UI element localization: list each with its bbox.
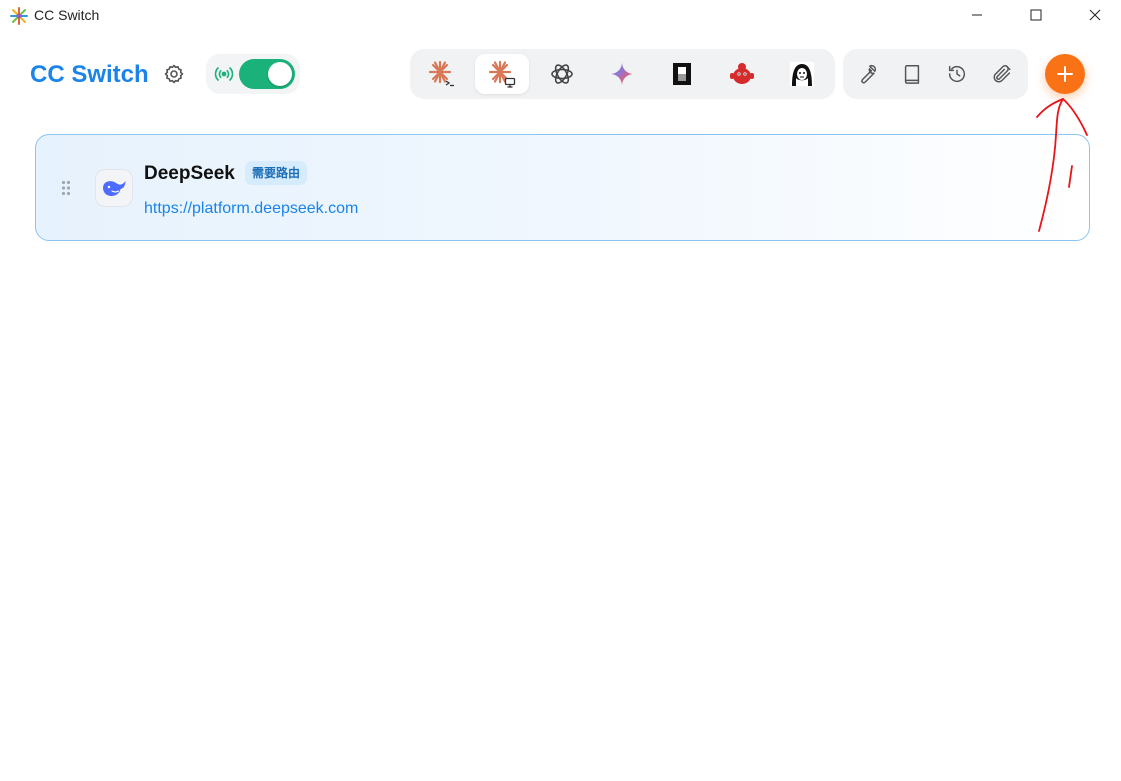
red-mascot-icon — [730, 63, 754, 84]
toggle-knob — [268, 62, 292, 86]
window-title: CC Switch — [34, 7, 100, 23]
minimize-button[interactable] — [954, 0, 1000, 30]
app-tab-openai[interactable] — [535, 54, 589, 94]
app-logo-icon — [10, 7, 28, 25]
maximize-button[interactable] — [1013, 0, 1059, 30]
broadcast-icon — [214, 67, 234, 81]
character-avatar-icon — [790, 62, 814, 86]
opencode-icon — [673, 63, 691, 85]
tools-button[interactable] — [853, 61, 881, 87]
add-provider-button[interactable] — [1045, 54, 1085, 94]
maximize-icon — [1030, 9, 1042, 21]
history-button[interactable] — [943, 61, 971, 87]
app-tab-claude-code[interactable] — [415, 54, 469, 94]
proxy-control — [206, 54, 300, 94]
minimize-icon — [972, 14, 982, 16]
docs-button[interactable] — [898, 61, 926, 87]
app-tab-gemini[interactable] — [595, 54, 649, 94]
app-tab-red-mascot[interactable] — [715, 54, 769, 94]
title-bar: CC Switch — [0, 0, 1121, 30]
app-switcher — [410, 49, 835, 99]
close-icon — [1089, 9, 1101, 21]
history-icon — [948, 65, 966, 83]
claude-desktop-icon — [488, 60, 516, 88]
annotation-arrow — [1036, 98, 1088, 232]
proxy-toggle[interactable] — [239, 59, 295, 89]
book-icon — [904, 65, 920, 84]
deepseek-whale-icon — [103, 181, 126, 196]
settings-button[interactable] — [162, 62, 186, 86]
app-tab-character-avatar[interactable] — [775, 54, 829, 94]
provider-icon — [95, 169, 133, 207]
openai-icon — [551, 64, 573, 84]
gemini-icon — [610, 62, 634, 86]
close-button[interactable] — [1072, 0, 1118, 30]
drag-handle-icon[interactable] — [61, 180, 71, 196]
provider-badge: 需要路由 — [245, 161, 308, 185]
wrench-icon — [861, 64, 877, 84]
app-tab-claude-desktop[interactable] — [475, 54, 529, 94]
paperclip-icon — [993, 65, 1011, 83]
app-tab-opencode[interactable] — [655, 54, 709, 94]
plus-icon — [1057, 66, 1073, 82]
provider-name: DeepSeek — [144, 163, 235, 184]
brand-title: CC Switch — [30, 61, 149, 88]
tools-toolbar — [843, 49, 1028, 99]
attachments-button[interactable] — [988, 61, 1016, 87]
gear-icon — [164, 64, 184, 84]
provider-card[interactable]: DeepSeek 需要路由 https://platform.deepseek.… — [35, 134, 1090, 241]
claude-code-icon — [428, 60, 454, 87]
provider-url-link[interactable]: https://platform.deepseek.com — [144, 200, 358, 218]
